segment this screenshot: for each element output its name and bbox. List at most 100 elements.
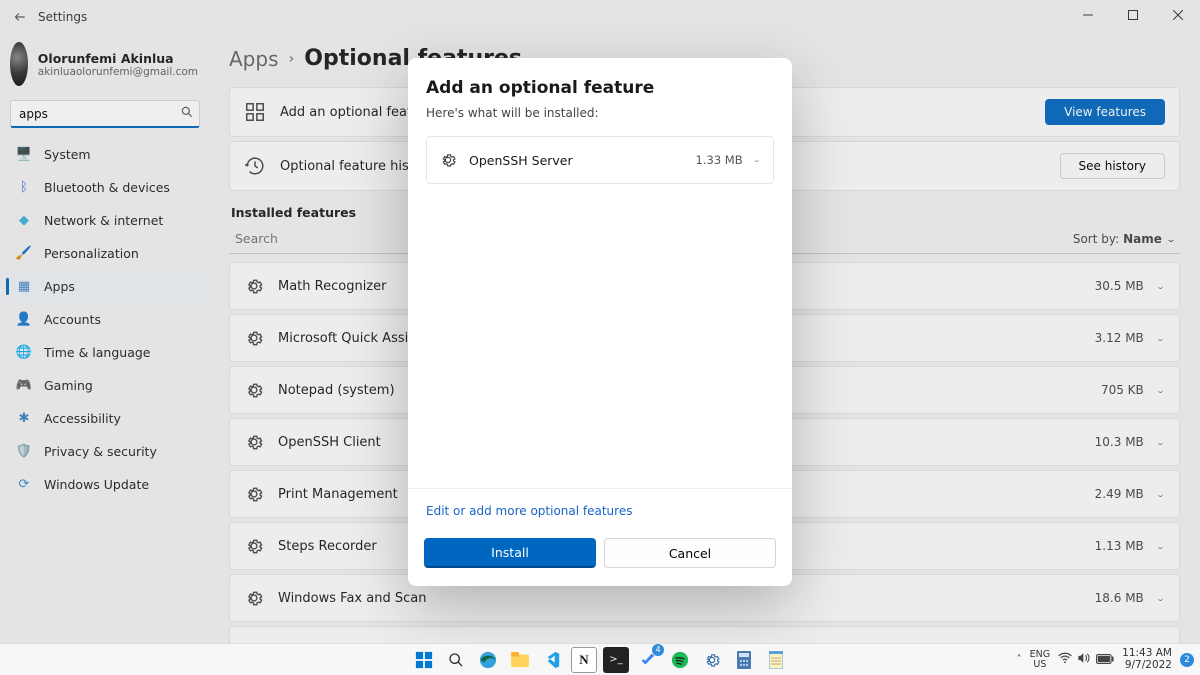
sidebar-item-network-internet[interactable]: ◆ Network & internet <box>6 204 204 237</box>
sort-by[interactable]: Sort by: Name ⌄ <box>1073 232 1176 246</box>
chevron-down-icon: ⌄ <box>1166 234 1176 244</box>
breadcrumb-parent[interactable]: Apps <box>229 47 279 71</box>
sidebar-search <box>10 100 200 128</box>
todo-badge: 4 <box>652 644 664 656</box>
sidebar-item-windows-update[interactable]: ⟳ Windows Update <box>6 468 204 501</box>
avatar <box>10 42 28 86</box>
profile-email: akinluaolorunfemi@gmail.com <box>38 66 198 78</box>
terminal-icon[interactable]: >_ <box>603 647 629 673</box>
nav-icon: 🌐 <box>16 345 32 361</box>
profile-block[interactable]: Olorunfemi Akinlua akinluaolorunfemi@gma… <box>6 38 204 98</box>
explorer-icon[interactable] <box>507 647 533 673</box>
sidebar-item-gaming[interactable]: 🎮Gaming <box>6 369 204 402</box>
nav-icon: ◆ <box>16 213 32 229</box>
notification-badge[interactable]: 2 <box>1180 653 1194 667</box>
close-button[interactable] <box>1155 0 1200 30</box>
nav-label: Time & language <box>44 345 150 360</box>
sort-label: Sort by: <box>1073 232 1119 246</box>
wifi-icon[interactable] <box>1058 652 1072 667</box>
spotify-icon[interactable] <box>667 647 693 673</box>
taskbar-right: ˄ ENG US 11:43 AM 9/7/2022 2 <box>1017 648 1194 671</box>
nav-icon: 🖌️ <box>16 246 32 262</box>
nav-label: Windows Update <box>44 477 149 492</box>
nav-label: Gaming <box>44 378 93 393</box>
vscode-icon[interactable] <box>539 647 565 673</box>
battery-icon[interactable] <box>1096 653 1114 667</box>
nav-icon: ⟳ <box>16 477 32 493</box>
see-history-button[interactable]: See history <box>1060 153 1165 179</box>
edge-icon[interactable] <box>475 647 501 673</box>
maximize-button[interactable] <box>1110 0 1155 30</box>
tray-expand-icon[interactable]: ˄ <box>1017 654 1022 665</box>
chevron-down-icon: ⌄ <box>1156 437 1165 446</box>
nav-label: System <box>44 147 91 162</box>
notepad-icon[interactable] <box>763 647 789 673</box>
install-item-name: OpenSSH Server <box>469 153 696 168</box>
chevron-right-icon: › <box>289 51 295 67</box>
search-input[interactable] <box>10 100 200 128</box>
language-indicator[interactable]: ENG US <box>1030 650 1050 669</box>
search-icon <box>180 105 194 122</box>
sidebar: Olorunfemi Akinlua akinluaolorunfemi@gma… <box>0 34 210 643</box>
nav-label: Accounts <box>44 312 101 327</box>
notion-icon[interactable]: N <box>571 647 597 673</box>
nav-list: 🖥️ System ᛒBluetooth & devices ◆ Network & i… <box>6 138 204 501</box>
chevron-down-icon: ⌄ <box>753 156 761 164</box>
feature-size: 10.3 MB <box>1095 435 1144 449</box>
gear-icon <box>244 484 264 504</box>
feature-size: 2.49 MB <box>1095 487 1144 501</box>
gear-icon <box>244 276 264 296</box>
chevron-down-icon: ⌄ <box>1156 593 1165 602</box>
taskbar-center: N >_ 4 <box>411 647 789 673</box>
install-button[interactable]: Install <box>424 538 596 568</box>
volume-icon[interactable] <box>1077 652 1091 667</box>
nav-label: Personalization <box>44 246 139 261</box>
nav-icon: ✱ <box>16 411 32 427</box>
gear-icon <box>244 328 264 348</box>
feature-size: 30.5 MB <box>1095 279 1144 293</box>
grid-icon <box>244 101 266 123</box>
sidebar-item-time-language[interactable]: 🌐 Time & language <box>6 336 204 369</box>
nav-icon: ᛒ <box>16 180 32 196</box>
history-icon <box>244 155 266 177</box>
edit-features-link[interactable]: Edit or add more optional features <box>426 504 632 518</box>
gear-icon <box>244 432 264 452</box>
todo-icon[interactable]: 4 <box>635 647 661 673</box>
settings-task-icon[interactable] <box>699 647 725 673</box>
feature-size: 705 KB <box>1101 383 1144 397</box>
dialog-title: Add an optional feature <box>426 78 774 98</box>
window-title: Settings <box>38 10 87 24</box>
sidebar-item-accessibility[interactable]: ✱ Accessibility <box>6 402 204 435</box>
add-feature-dialog: Add an optional feature Here's what will… <box>408 58 792 586</box>
sidebar-item-apps[interactable]: ▦ Apps <box>6 270 204 303</box>
gear-icon <box>244 536 264 556</box>
cancel-button[interactable]: Cancel <box>604 538 776 568</box>
nav-label: Apps <box>44 279 75 294</box>
minimize-button[interactable] <box>1065 0 1110 30</box>
chevron-down-icon: ⌄ <box>1156 333 1165 342</box>
feature-size: 3.12 MB <box>1095 331 1144 345</box>
sidebar-item-accounts[interactable]: 👤Accounts <box>6 303 204 336</box>
gear-icon <box>244 380 264 400</box>
clock[interactable]: 11:43 AM 9/7/2022 <box>1122 648 1172 671</box>
nav-icon: ▦ <box>16 279 32 295</box>
sidebar-item-bluetooth-devices[interactable]: ᛒBluetooth & devices <box>6 171 204 204</box>
back-button[interactable] <box>8 5 32 29</box>
calculator-icon[interactable] <box>731 647 757 673</box>
start-icon[interactable] <box>411 647 437 673</box>
nav-icon: 🖥️ <box>16 147 32 163</box>
sidebar-item-privacy-security[interactable]: 🛡️Privacy & security <box>6 435 204 468</box>
sidebar-item-personalization[interactable]: 🖌️ Personalization <box>6 237 204 270</box>
install-item-size: 1.33 MB <box>696 153 743 167</box>
profile-name: Olorunfemi Akinlua <box>38 51 198 66</box>
gear-icon <box>439 151 457 169</box>
chevron-down-icon: ⌄ <box>1156 489 1165 498</box>
sidebar-item-system[interactable]: 🖥️ System <box>6 138 204 171</box>
sort-value: Name <box>1123 232 1162 246</box>
nav-label: Network & internet <box>44 213 163 228</box>
search-task-icon[interactable] <box>443 647 469 673</box>
install-item[interactable]: OpenSSH Server 1.33 MB ⌄ <box>426 136 774 184</box>
view-features-button[interactable]: View features <box>1045 99 1165 125</box>
nav-label: Accessibility <box>44 411 121 426</box>
gear-icon <box>244 588 264 608</box>
